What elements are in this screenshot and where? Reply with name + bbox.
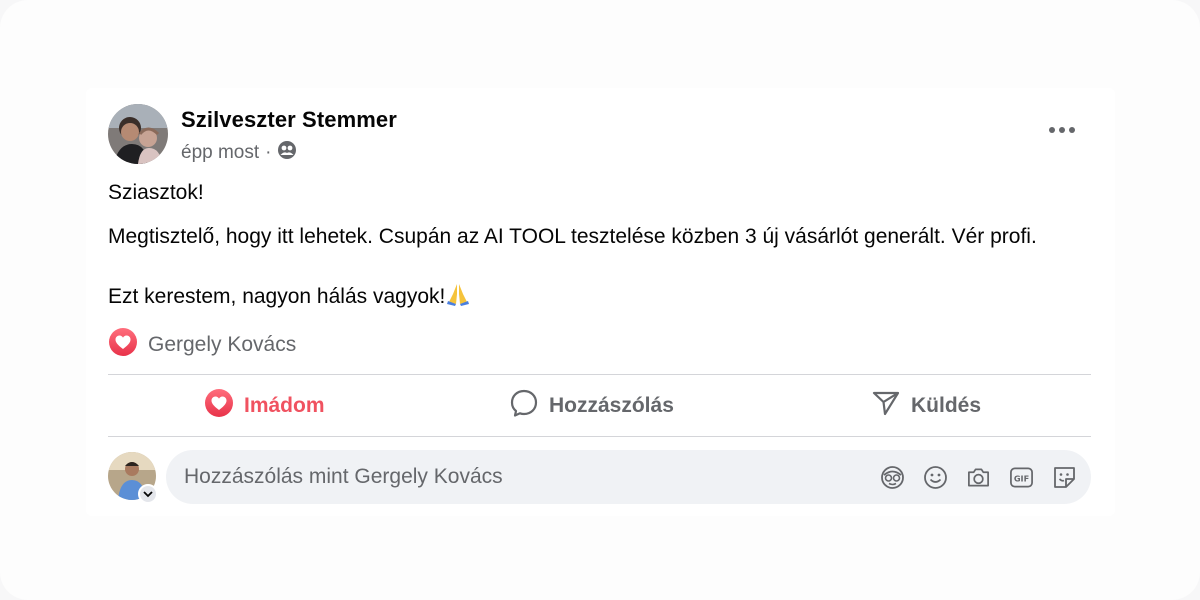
emoji-icon[interactable]	[923, 463, 948, 491]
reaction-names[interactable]: Gergely Kovács	[148, 333, 296, 357]
post-text-body: Megtisztelő, hogy itt lehetek. Csupán az…	[108, 225, 1037, 248]
post-meta: épp most ·	[181, 140, 297, 166]
folded-hands-icon	[445, 282, 471, 306]
comment-button-label: Hozzászólás	[549, 394, 674, 417]
camera-icon[interactable]	[966, 463, 991, 491]
comment-icon	[509, 388, 539, 424]
comment-input[interactable]: Hozzászólás mint Gergely Kovács GIF	[166, 450, 1091, 504]
divider	[108, 374, 1091, 375]
composer-tools: GIF	[880, 463, 1077, 491]
reaction-summary[interactable]: Gergely Kovács	[108, 327, 296, 363]
divider	[108, 436, 1091, 437]
love-reaction-icon	[108, 327, 138, 363]
gif-icon[interactable]: GIF	[1009, 463, 1034, 491]
meta-separator: ·	[265, 142, 272, 163]
post-text-closing: Ezt kerestem, nagyon hálás vagyok!	[108, 282, 471, 312]
send-button-label: Küldés	[911, 394, 982, 417]
author-avatar[interactable]	[108, 104, 168, 164]
post-text-closing-label: Ezt kerestem, nagyon hálás vagyok!	[108, 285, 446, 308]
avatar-sticker-icon[interactable]	[880, 463, 905, 491]
send-icon	[871, 388, 901, 424]
chevron-down-icon[interactable]	[138, 484, 158, 504]
love-button-label: Imádom	[244, 394, 325, 417]
more-options-icon[interactable]	[1047, 118, 1077, 142]
post-text-greeting: Sziasztok!	[108, 181, 204, 204]
post-card: Szilveszter Stemmer épp most · Sziasztok…	[86, 88, 1115, 516]
author-name[interactable]: Szilveszter Stemmer	[181, 107, 397, 133]
send-button[interactable]: Küldés	[871, 386, 981, 426]
comment-button[interactable]: Hozzászólás	[509, 386, 674, 426]
friends-icon[interactable]	[277, 140, 297, 166]
love-button[interactable]: Imádom	[204, 386, 325, 426]
post-timestamp[interactable]: épp most	[181, 142, 259, 164]
svg-text:GIF: GIF	[1014, 473, 1029, 483]
page-background: Szilveszter Stemmer épp most · Sziasztok…	[0, 0, 1200, 600]
comment-input-placeholder: Hozzászólás mint Gergely Kovács	[184, 465, 503, 488]
love-icon	[204, 388, 234, 424]
sticker-icon[interactable]	[1052, 463, 1077, 491]
